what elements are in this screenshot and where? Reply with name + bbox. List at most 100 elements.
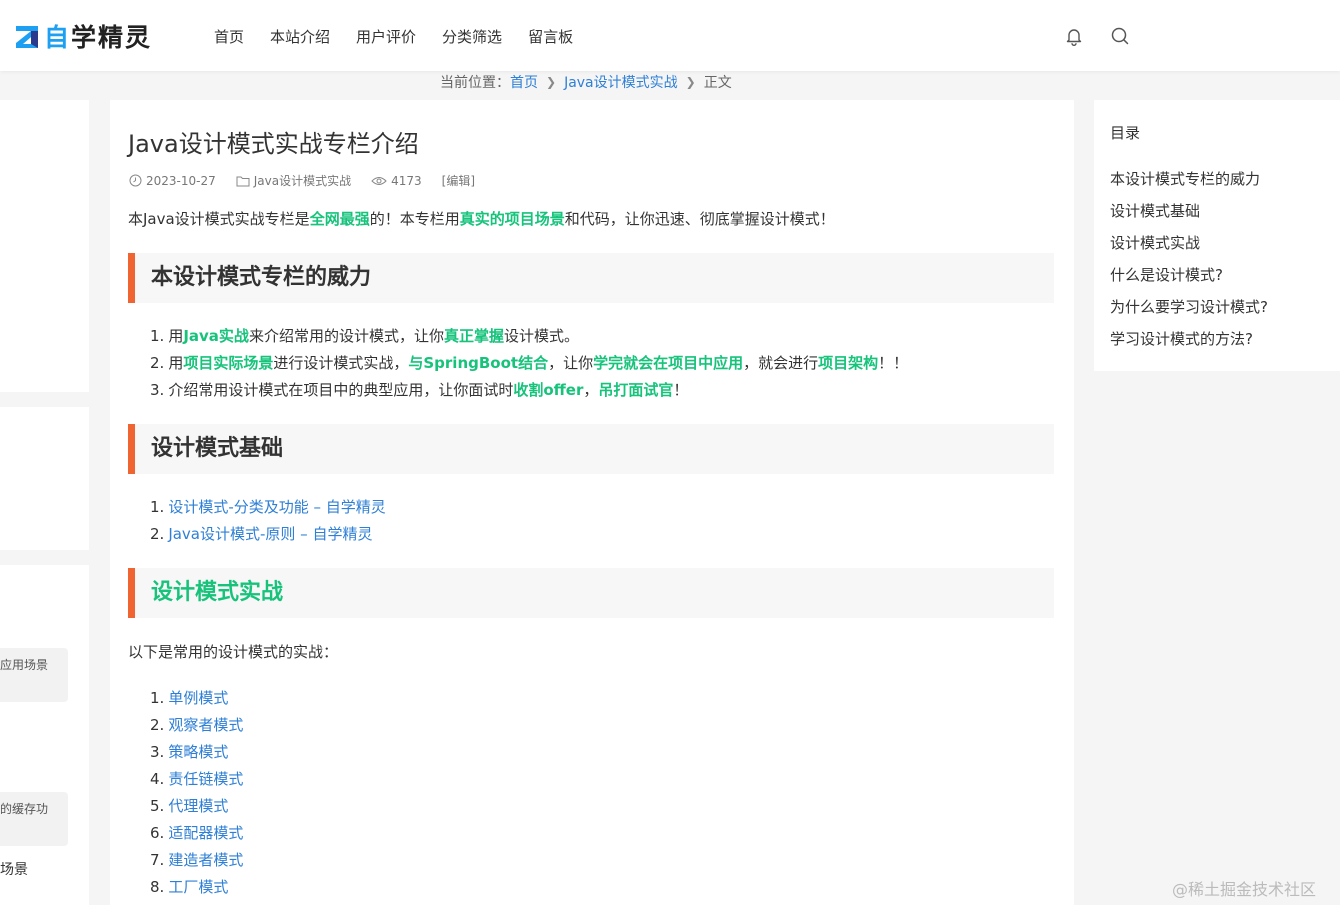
list-item: 3. 介绍常用设计模式在项目中的典型应用，让你面试时收割offer，吊打面试官！ (150, 377, 908, 404)
list-highlight: 吊打面试官 (598, 381, 674, 399)
section-heading-basics: 设计模式基础 (128, 424, 1054, 474)
list-number: 8. (150, 878, 165, 896)
meta-date-text: 2023-10-27 (146, 173, 216, 188)
article-card: Java设计模式实战专栏介绍 2023-10-27 Java设计模式实战 417… (110, 100, 1074, 905)
chevron-right-icon: ❯ (685, 75, 696, 89)
practice-link[interactable]: 建造者模式 (168, 851, 243, 869)
toc-list: 本设计模式专栏的威力 设计模式基础 设计模式实战 什么是设计模式? 为什么要学习… (1110, 168, 1268, 360)
list-highlight: 项目架构 (818, 354, 879, 372)
practice-link[interactable]: 工厂模式 (168, 878, 228, 896)
practice-link[interactable]: 适配器模式 (168, 824, 243, 842)
left-related-post-text: 应用场景 (0, 658, 49, 672)
toc-item[interactable]: 什么是设计模式? (1110, 264, 1268, 296)
practice-link[interactable]: 策略模式 (168, 743, 228, 761)
list-text: 进行设计模式实战， (273, 354, 409, 372)
left-related-post[interactable]: 应用场景 (0, 648, 68, 702)
eye-icon (371, 176, 387, 185)
section-heading-practice: 设计模式实战 (128, 568, 1054, 618)
toc-item[interactable]: 本设计模式专栏的威力 (1110, 168, 1268, 200)
left-sidebar-card (0, 565, 89, 905)
list-item: 2. Java设计模式-原则 – 自学精灵 (150, 521, 386, 548)
practice-link[interactable]: 代理模式 (168, 797, 228, 815)
list-number: 1. (150, 689, 165, 707)
article-meta: 2023-10-27 Java设计模式实战 4173 [编辑] (129, 172, 495, 189)
logo-mark-icon (16, 26, 38, 48)
clock-icon (129, 174, 142, 187)
meta-category[interactable]: Java设计模式实战 (236, 172, 351, 189)
toc-item[interactable]: 学习设计模式的方法? (1110, 328, 1268, 360)
meta-category-text: Java设计模式实战 (253, 174, 352, 188)
basics-link[interactable]: Java设计模式-原则 – 自学精灵 (168, 525, 372, 543)
main-nav: 首页 本站介绍 用户评价 分类筛选 留言板 (214, 26, 599, 47)
list-number: 4. (150, 770, 165, 788)
practice-list: 1. 单例模式 2. 观察者模式 3. 策略模式 4. 责任链模式 5. 代理模式 6. 适… (150, 685, 243, 901)
intro-text: 的！本专栏用 (369, 210, 460, 228)
nav-home[interactable]: 首页 (214, 26, 244, 47)
list-number: 6. (150, 824, 165, 842)
list-highlight: 学完就会在项目中应用 (593, 354, 744, 372)
list-number: 1. (150, 498, 165, 516)
list-text: 用 (168, 354, 184, 372)
intro-text: 本Java设计模式实战专栏是 (128, 210, 310, 228)
list-highlight: 真正掌握 (443, 327, 504, 345)
list-item: 2. 用项目实际场景进行设计模式实战，与SpringBoot结合，让你学完就会在项… (150, 350, 908, 377)
practice-link[interactable]: 观察者模式 (168, 716, 243, 734)
breadcrumb-home[interactable]: 首页 (510, 72, 538, 92)
practice-intro: 以下是常用的设计模式的实战： (128, 643, 339, 661)
list-text: ，就会进行 (743, 354, 819, 372)
breadcrumb-current: 正文 (703, 75, 732, 91)
list-item: 6. 适配器模式 (150, 820, 243, 847)
breadcrumb-category[interactable]: Java设计模式实战 (564, 72, 678, 92)
breadcrumb: 当前位置： 首页 ❯ Java设计模式实战 ❯ 正文 (440, 72, 732, 92)
nav-categories[interactable]: 分类筛选 (442, 26, 502, 47)
meta-views: 4173 (371, 174, 422, 188)
breadcrumb-prefix: 当前位置： (440, 75, 510, 91)
left-post-title[interactable]: 场景 (0, 859, 28, 879)
bell-icon[interactable] (1064, 26, 1084, 46)
practice-link[interactable]: 责任链模式 (168, 770, 243, 788)
edit-link[interactable]: [编辑] (442, 172, 475, 189)
list-number: 3. (150, 381, 165, 399)
list-item: 2. 观察者模式 (150, 712, 243, 739)
list-item: 1. 设计模式-分类及功能 – 自学精灵 (150, 494, 386, 521)
toc-item[interactable]: 设计模式基础 (1110, 200, 1268, 232)
list-text: 用 (168, 327, 184, 345)
list-highlight: 与SpringBoot结合 (408, 354, 549, 372)
list-number: 3. (150, 743, 165, 761)
list-item: 1. 单例模式 (150, 685, 243, 712)
site-logo[interactable]: 自学精灵 (14, 20, 152, 52)
list-number: 2. (150, 354, 165, 372)
list-number: 2. (150, 525, 165, 543)
power-list: 1. 用Java实战来介绍常用的设计模式，让你真正掌握设计模式。 2. 用项目实际场… (150, 323, 908, 404)
article-title: Java设计模式实战专栏介绍 (128, 130, 419, 158)
toc-item[interactable]: 设计模式实战 (1110, 232, 1268, 264)
logo-text: 自学精灵 (44, 23, 153, 52)
left-related-post[interactable]: 的缓存功 (0, 792, 68, 846)
list-text: ，让你 (548, 354, 594, 372)
intro-text: 和代码，让你迅速、彻底掌握设计模式！ (564, 210, 835, 228)
list-text: 介绍常用设计模式在项目中的典型应用，让你面试时 (168, 381, 514, 399)
table-of-contents: 目录 本设计模式专栏的威力 设计模式基础 设计模式实战 什么是设计模式? 为什么… (1094, 100, 1340, 371)
nav-reviews[interactable]: 用户评价 (356, 26, 416, 47)
basics-list: 1. 设计模式-分类及功能 – 自学精灵 2. Java设计模式-原则 – 自学精灵 (150, 494, 386, 548)
meta-date: 2023-10-27 (129, 174, 216, 188)
basics-link[interactable]: 设计模式-分类及功能 – 自学精灵 (168, 498, 385, 516)
list-number: 2. (150, 716, 165, 734)
list-text: ！ (673, 381, 689, 399)
intro-highlight: 真实的项目场景 (459, 210, 565, 228)
list-number: 5. (150, 797, 165, 815)
list-item: 3. 策略模式 (150, 739, 243, 766)
practice-link[interactable]: 单例模式 (168, 689, 228, 707)
search-icon[interactable] (1110, 26, 1130, 46)
section-heading-power: 本设计模式专栏的威力 (128, 253, 1054, 303)
list-item: 8. 工厂模式 (150, 874, 243, 901)
nav-guestbook[interactable]: 留言板 (528, 26, 573, 47)
chevron-right-icon: ❯ (546, 75, 557, 89)
list-number: 1. (150, 327, 165, 345)
list-item: 1. 用Java实战来介绍常用的设计模式，让你真正掌握设计模式。 (150, 323, 908, 350)
top-header: 自学精灵 首页 本站介绍 用户评价 分类筛选 留言板 (0, 0, 1340, 71)
toc-item[interactable]: 为什么要学习设计模式? (1110, 296, 1268, 328)
folder-icon (236, 176, 250, 186)
nav-about[interactable]: 本站介绍 (270, 26, 330, 47)
left-sidebar-card (0, 407, 89, 550)
